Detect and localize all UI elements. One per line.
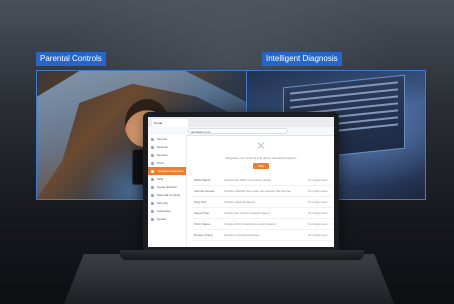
item-name: Ping Test xyxy=(194,200,207,204)
sidebar-item-system[interactable]: System xyxy=(148,215,186,223)
list-item: Device Check Checks connected devices Not … xyxy=(192,230,332,241)
sidebar-item-security[interactable]: Security xyxy=(148,199,186,207)
sidebar: Internet Network Devices Wi-Fi Intellige… xyxy=(148,135,187,247)
item-name: Internet Access xyxy=(194,189,215,193)
diagnosis-notice: Diagnose your network and detect potenti… xyxy=(225,156,297,160)
list-item: Ping Test Checks network latency Not diagn… xyxy=(192,197,332,208)
list-item: WAN Status Checks the WAN connection stat… xyxy=(192,175,332,186)
laptop-screen: Tenda tendawifi.com/... Internet Network… xyxy=(143,112,339,252)
router-web-ui: Tenda tendawifi.com/... Internet Network… xyxy=(148,117,334,247)
parental-icon xyxy=(151,193,154,197)
vpn-icon xyxy=(151,177,154,181)
sidebar-item-label: System xyxy=(157,217,168,221)
item-desc: Checks the WAN connection status xyxy=(224,178,271,182)
sidebar-item-label: Guest Network xyxy=(157,185,177,189)
devices-icon xyxy=(151,153,154,157)
url-input[interactable]: tendawifi.com/... xyxy=(188,128,288,134)
sidebar-item-devices[interactable]: Devices xyxy=(148,151,186,159)
item-name: Device Check xyxy=(194,233,213,237)
sidebar-item-label: Devices xyxy=(157,153,168,157)
advanced-icon xyxy=(151,209,154,213)
item-status: Not diagnosed xyxy=(308,178,328,182)
item-desc: Checks Wi-Fi interference and channel xyxy=(224,222,276,226)
wifi-icon xyxy=(151,161,154,165)
sidebar-item-label: Intelligent Diagnosis xyxy=(157,169,184,173)
sidebar-item-label: Network xyxy=(157,145,169,149)
sidebar-item-label: Wi-Fi xyxy=(157,161,164,165)
item-desc: Checks connected devices xyxy=(224,233,260,237)
list-item: Internet Access Checks whether the router… xyxy=(192,186,332,197)
diagnosis-icon xyxy=(151,169,154,173)
sidebar-item-internet[interactable]: Internet xyxy=(148,135,186,143)
browser-tab[interactable]: Tenda xyxy=(152,119,188,127)
item-desc: Checks the current network speed xyxy=(224,211,270,215)
intelligent-diagnosis-label: Intelligent Diagnosis xyxy=(262,52,342,66)
sidebar-item-wifi[interactable]: Wi-Fi xyxy=(148,159,186,167)
sidebar-item-label: Parental Controls xyxy=(157,193,181,197)
item-status: Not diagnosed xyxy=(308,200,328,204)
item-desc: Checks whether the router can access the… xyxy=(224,189,291,193)
list-item: Wi-Fi Status Checks Wi-Fi interference an… xyxy=(192,219,332,230)
item-name: Speed Test xyxy=(194,211,209,215)
laptop-base xyxy=(120,250,364,260)
item-status: Not diagnosed xyxy=(308,211,328,215)
sidebar-item-advanced[interactable]: Advanced xyxy=(148,207,186,215)
sidebar-item-label: Internet xyxy=(157,137,168,141)
item-name: WAN Status xyxy=(194,178,211,182)
parental-controls-label: Parental Controls xyxy=(36,52,106,66)
sidebar-item-label: VPN xyxy=(157,177,164,181)
start-diagnosis-button[interactable]: Start xyxy=(253,163,269,169)
item-status: Not diagnosed xyxy=(308,233,328,237)
sidebar-item-parental-controls[interactable]: Parental Controls xyxy=(148,191,186,199)
item-name: Wi-Fi Status xyxy=(194,222,211,226)
sidebar-item-label: Security xyxy=(157,201,168,205)
guest-icon xyxy=(151,185,154,189)
pedestal xyxy=(64,254,394,304)
item-desc: Checks network latency xyxy=(224,200,256,204)
item-status: Not diagnosed xyxy=(308,189,328,193)
sidebar-item-guest-network[interactable]: Guest Network xyxy=(148,183,186,191)
diagnosis-panel: ✕ Diagnose your network and detect poten… xyxy=(186,135,334,247)
wrench-icon: ✕ xyxy=(255,139,267,153)
network-icon xyxy=(151,145,154,149)
shield-icon xyxy=(151,201,154,205)
sidebar-item-vpn[interactable]: VPN xyxy=(148,175,186,183)
sidebar-item-label: Advanced xyxy=(157,209,171,213)
list-item: Speed Test Checks the current network spe… xyxy=(192,208,332,219)
diagnosis-list: WAN Status Checks the WAN connection stat… xyxy=(192,175,332,241)
item-status: Not diagnosed xyxy=(308,222,328,226)
sidebar-item-network[interactable]: Network xyxy=(148,143,186,151)
sidebar-item-intelligent-diagnosis[interactable]: Intelligent Diagnosis xyxy=(148,167,186,175)
internet-icon xyxy=(151,137,154,141)
gear-icon xyxy=(151,217,154,221)
